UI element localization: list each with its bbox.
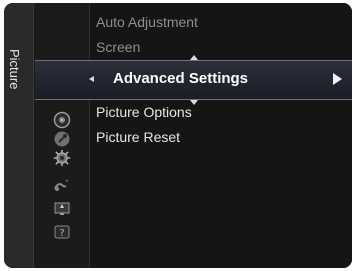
support-icon[interactable]: ? xyxy=(53,224,71,240)
down-arrow-icon xyxy=(189,100,198,105)
tv-menu-window: Picture • ? Auto Adjustment Screen Pictu… xyxy=(4,3,352,268)
icon-column: • ? xyxy=(34,3,90,268)
channel-icon[interactable] xyxy=(53,130,71,148)
menu-item-picture-options[interactable]: Picture Options xyxy=(96,104,192,120)
side-tab-label: Picture xyxy=(7,49,22,90)
menu-item-auto-adjustment[interactable]: Auto Adjustment xyxy=(96,14,198,30)
sound-icon[interactable] xyxy=(53,111,71,129)
side-tab-picture[interactable]: Picture xyxy=(4,3,34,268)
svg-text:•: • xyxy=(65,178,69,185)
menu-item-picture-reset[interactable]: Picture Reset xyxy=(96,129,180,145)
right-arrow-icon xyxy=(333,73,342,85)
menu-item-screen[interactable]: Screen xyxy=(96,39,140,55)
up-arrow-icon xyxy=(189,55,198,60)
svg-text:?: ? xyxy=(59,228,64,239)
application-icon[interactable] xyxy=(52,201,72,217)
menu-area: Auto Adjustment Screen Picture Options P… xyxy=(90,3,352,268)
menu-item-advanced-settings[interactable]: Advanced Settings xyxy=(35,55,352,105)
input-icon[interactable]: • xyxy=(52,177,72,193)
selected-item-label: Advanced Settings xyxy=(113,70,249,87)
setup-icon[interactable] xyxy=(53,149,71,167)
left-caret-icon xyxy=(89,76,94,82)
